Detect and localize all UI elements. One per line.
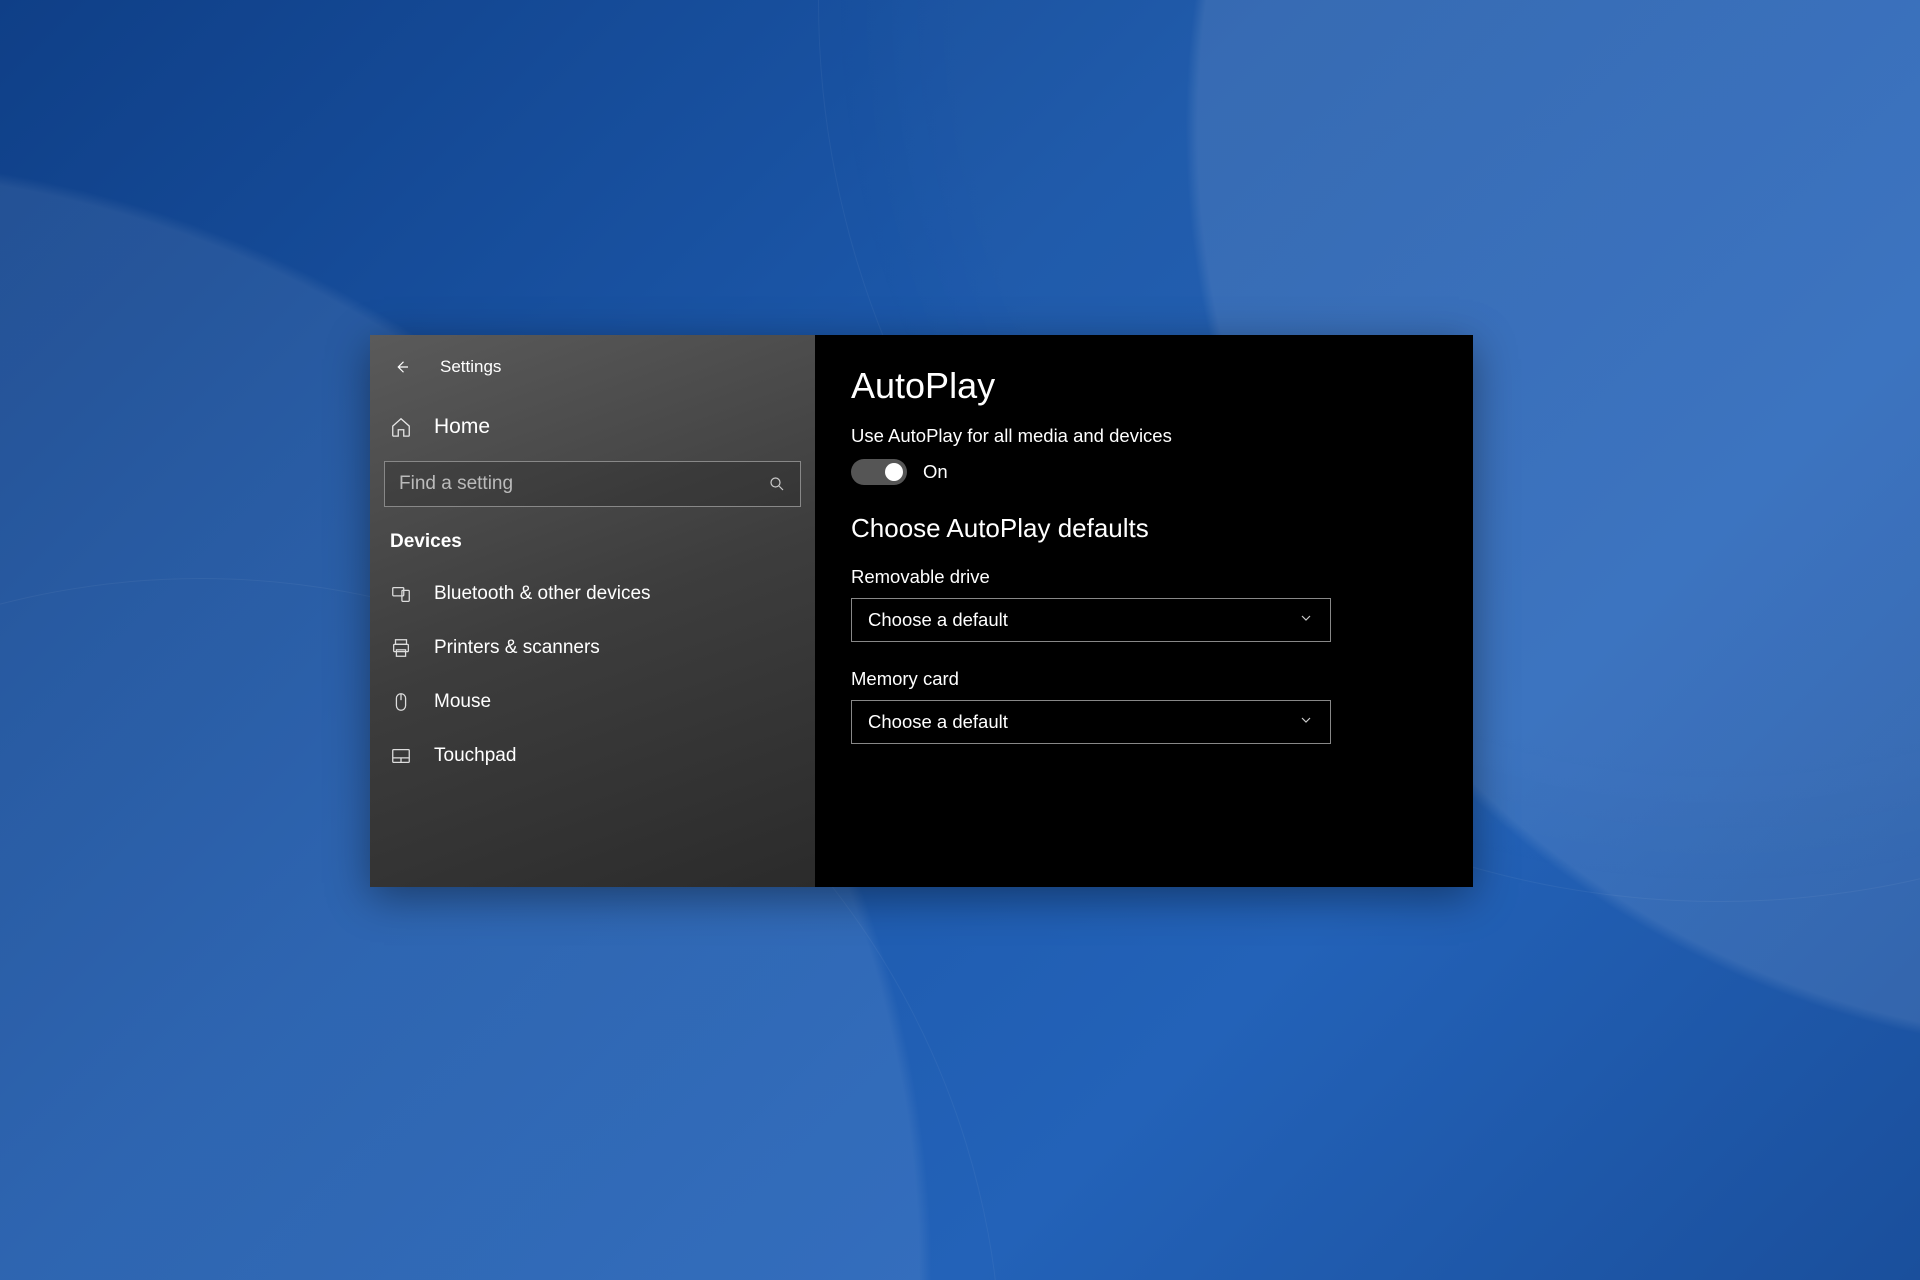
search-icon — [768, 475, 786, 493]
memory-card-label: Memory card — [851, 668, 1437, 690]
defaults-heading: Choose AutoPlay defaults — [851, 513, 1437, 544]
home-icon — [390, 416, 412, 438]
devices-icon — [390, 583, 412, 605]
settings-content: AutoPlay Use AutoPlay for all media and … — [815, 335, 1473, 887]
settings-sidebar: Settings Home Devices Bluetooth & other … — [370, 335, 815, 887]
removable-drive-label: Removable drive — [851, 566, 1437, 588]
back-button[interactable] — [388, 353, 416, 381]
page-title: AutoPlay — [851, 365, 1437, 407]
printer-icon — [390, 637, 412, 659]
sidebar-item-touchpad[interactable]: Touchpad — [370, 729, 815, 783]
toggle-knob — [885, 463, 903, 481]
toggle-state-label: On — [923, 461, 948, 483]
sidebar-item-label: Touchpad — [434, 745, 516, 767]
chevron-down-icon — [1298, 609, 1314, 631]
section-label-devices: Devices — [370, 525, 815, 567]
autoplay-toggle-row: On — [851, 459, 1437, 485]
dropdown-value: Choose a default — [868, 711, 1008, 733]
sidebar-item-label: Mouse — [434, 691, 491, 713]
mouse-icon — [390, 691, 412, 713]
sidebar-item-home[interactable]: Home — [370, 401, 815, 453]
sidebar-header: Settings — [370, 345, 815, 401]
memory-card-dropdown[interactable]: Choose a default — [851, 700, 1331, 744]
sidebar-item-printers[interactable]: Printers & scanners — [370, 621, 815, 675]
home-label: Home — [434, 415, 490, 439]
sidebar-item-label: Printers & scanners — [434, 637, 600, 659]
dropdown-value: Choose a default — [868, 609, 1008, 631]
autoplay-toggle-description: Use AutoPlay for all media and devices — [851, 425, 1437, 447]
search-box[interactable] — [384, 461, 801, 507]
chevron-down-icon — [1298, 711, 1314, 733]
removable-drive-dropdown[interactable]: Choose a default — [851, 598, 1331, 642]
touchpad-icon — [390, 745, 412, 767]
window-title: Settings — [440, 357, 501, 377]
sidebar-item-mouse[interactable]: Mouse — [370, 675, 815, 729]
sidebar-item-label: Bluetooth & other devices — [434, 583, 651, 605]
autoplay-toggle[interactable] — [851, 459, 907, 485]
sidebar-item-bluetooth[interactable]: Bluetooth & other devices — [370, 567, 815, 621]
arrow-left-icon — [393, 358, 411, 376]
search-input[interactable] — [399, 473, 768, 495]
settings-window: Settings Home Devices Bluetooth & other … — [370, 335, 1473, 887]
